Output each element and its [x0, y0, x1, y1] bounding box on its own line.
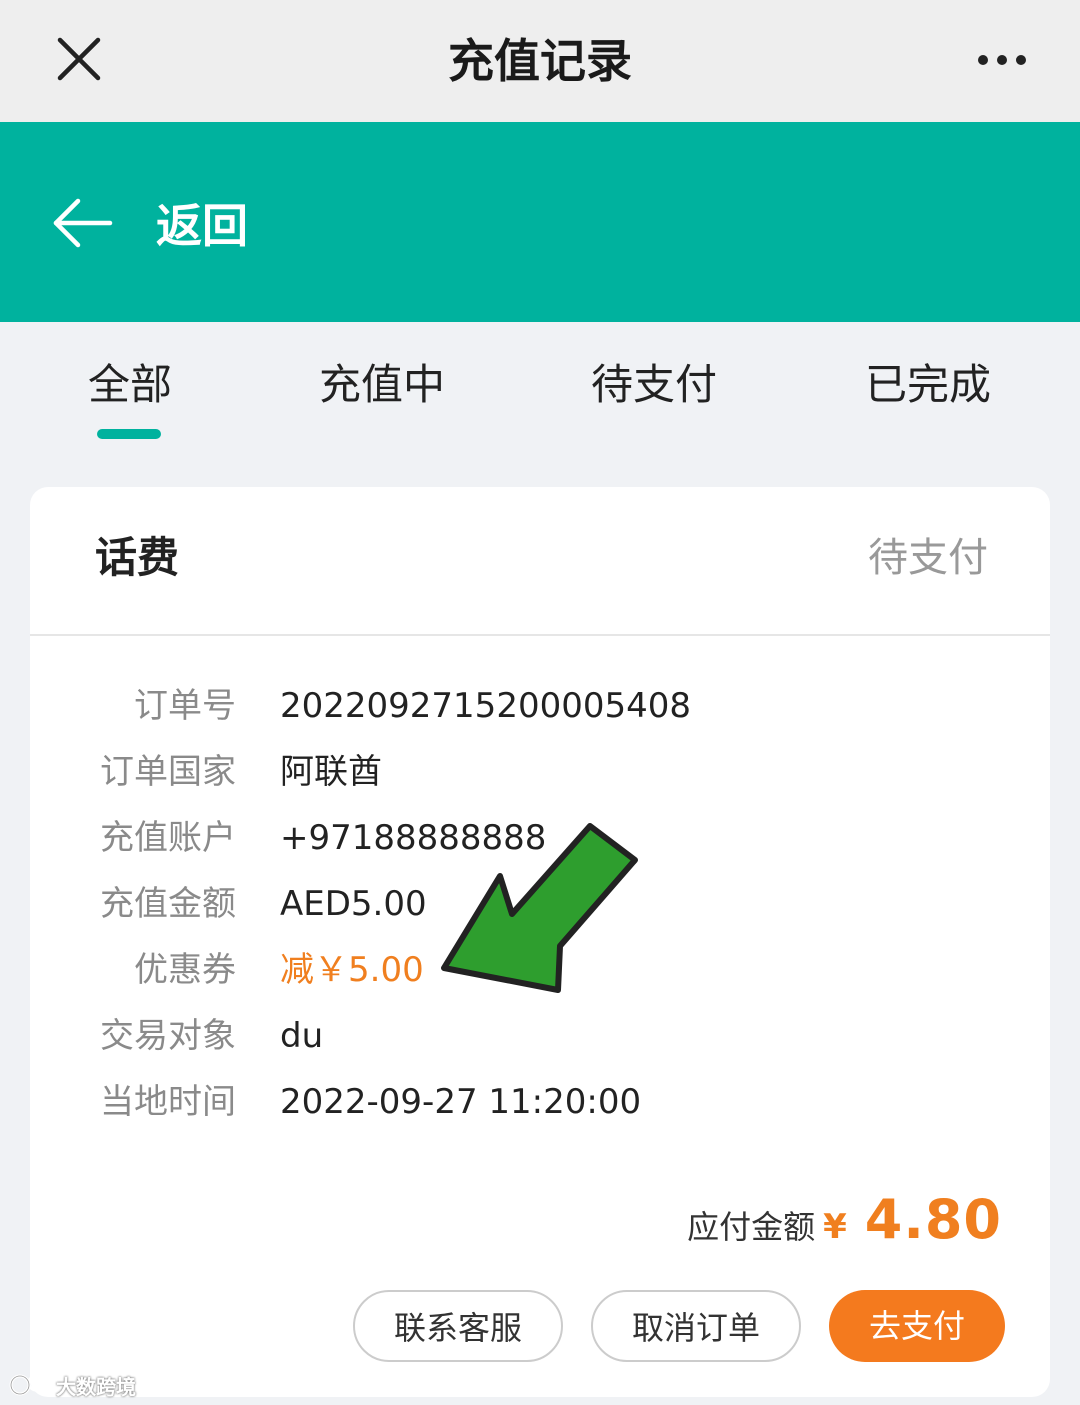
coupon-label: 优惠券 [134, 950, 236, 990]
recharge-amount-value: AED5.00 [280, 884, 427, 924]
recharge-amount-label: 充值金额 [100, 884, 236, 924]
back-label: 返回 [156, 199, 248, 253]
amount-due-value: 4.80 [864, 1188, 1002, 1251]
pay-button[interactable]: 去支付 [829, 1290, 1005, 1362]
tab-completed[interactable]: 已完成 [846, 350, 1010, 420]
cancel-order-button[interactable]: 取消订单 [591, 1290, 801, 1362]
tab-recharging[interactable]: 充值中 [300, 350, 464, 420]
recharge-account-label: 充值账户 [100, 818, 236, 858]
amount-due-label: 应付金额 [687, 1208, 816, 1246]
order-status-badge: 待支付 [868, 535, 988, 581]
local-time-value: 2022-09-27 11:20:00 [280, 1082, 642, 1122]
watermark-text: 大数跨境 [56, 1374, 136, 1399]
close-icon[interactable] [50, 30, 110, 90]
tab-pending-payment[interactable]: 待支付 [572, 350, 736, 420]
annotation-arrow-icon [441, 823, 638, 993]
order-country-label: 订单国家 [100, 752, 236, 792]
back-button[interactable]: 返回 [50, 178, 248, 268]
order-country-value: 阿联酋 [280, 752, 382, 792]
order-number-value: 2022092715200005408 [280, 686, 692, 726]
currency-symbol: ¥ [823, 1207, 847, 1247]
carrier-value: du [280, 1016, 324, 1056]
amount-due: 应付金额 ¥ 4.80 [600, 1188, 1002, 1258]
order-type: 话费 [95, 533, 180, 582]
order-number-label: 订单号 [134, 686, 236, 726]
more-options-icon[interactable] [968, 40, 1038, 80]
local-time-label: 当地时间 [100, 1082, 236, 1122]
card-divider [30, 634, 1050, 636]
back-arrow-icon [53, 198, 113, 248]
contact-support-button[interactable]: 联系客服 [353, 1290, 563, 1362]
coupon-value: 减￥5.00 [280, 950, 424, 990]
page-title: 充值记录 [448, 34, 632, 88]
carrier-label: 交易对象 [100, 1016, 236, 1056]
watermark-logo-icon [9, 1374, 45, 1396]
watermark: 大数跨境 [8, 1368, 136, 1402]
tab-all[interactable]: 全部 [60, 350, 200, 420]
active-tab-indicator [97, 429, 161, 439]
